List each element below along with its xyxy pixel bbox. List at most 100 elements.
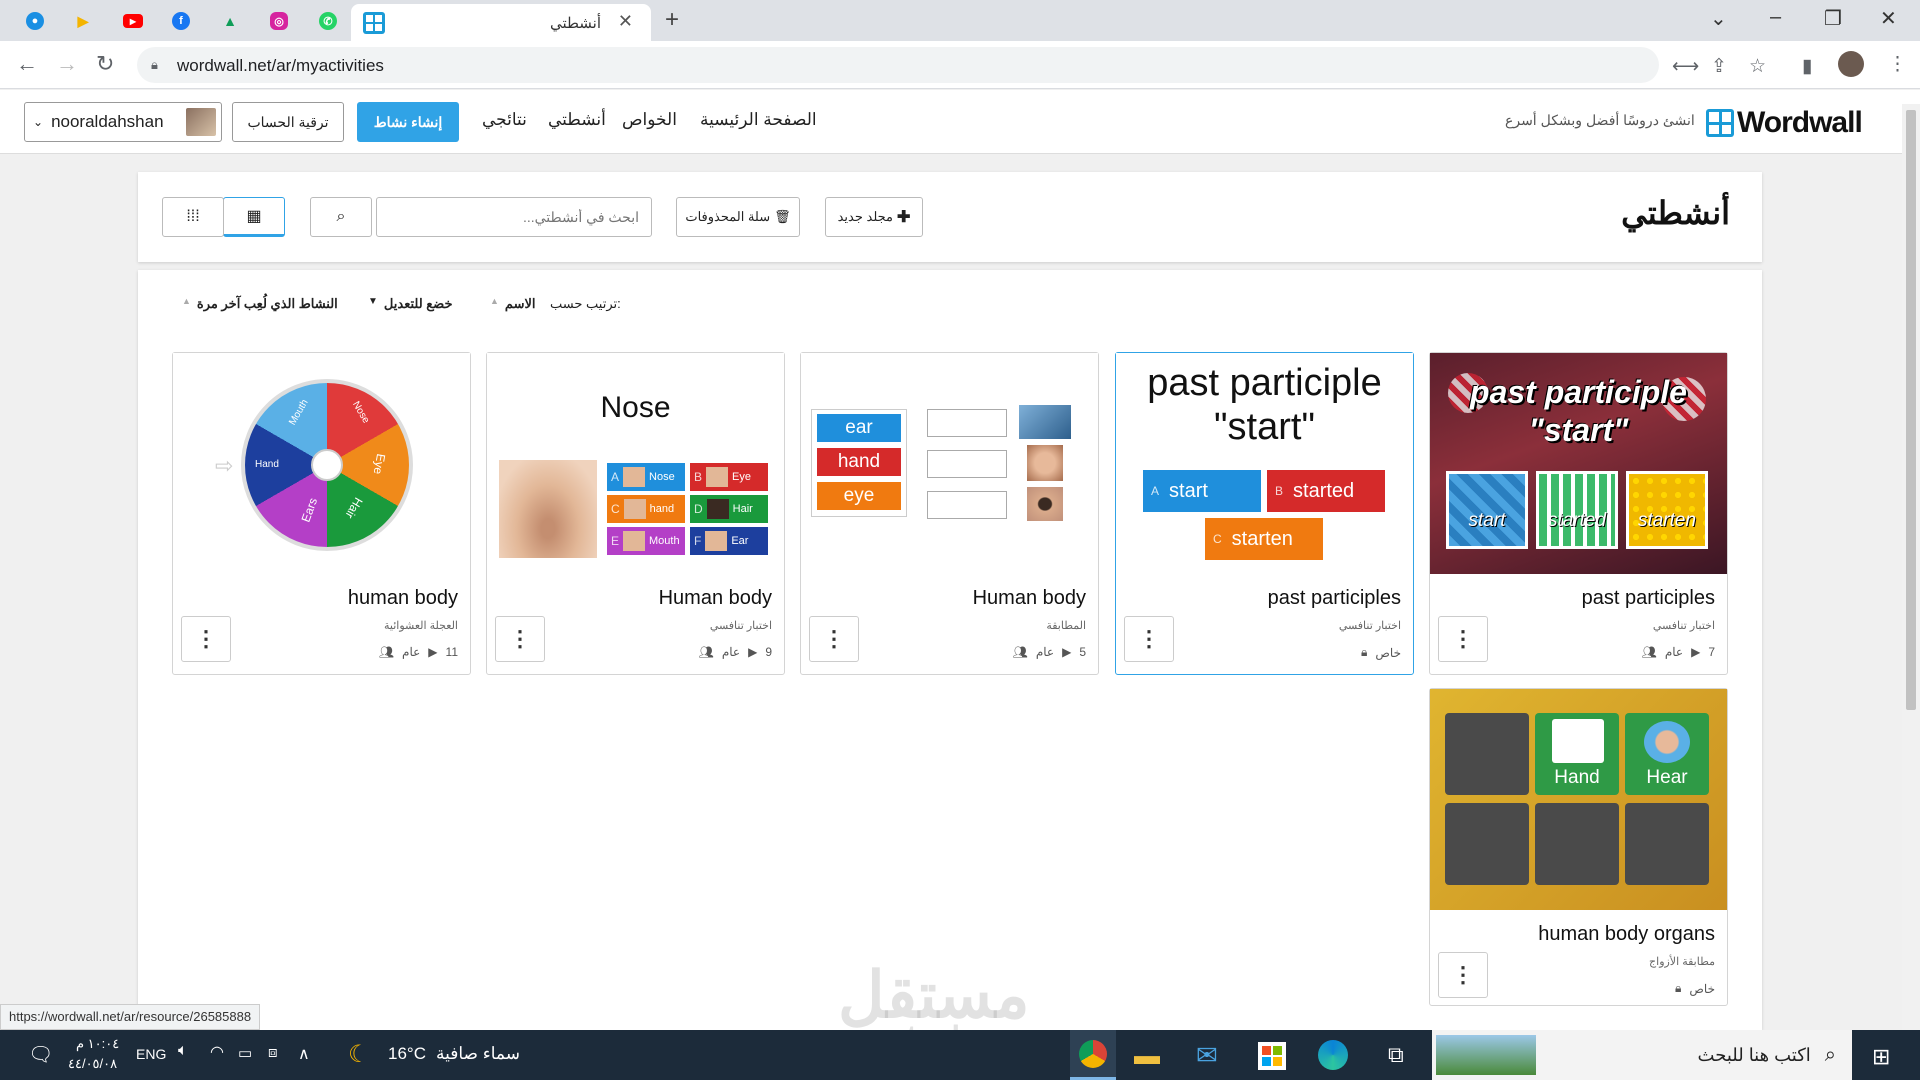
pinned-tab-instagram[interactable]: ◎: [266, 8, 292, 34]
page-title: أنشطتي: [1621, 195, 1730, 231]
wheel-pointer-arrow-icon: ⇨: [215, 453, 234, 478]
clock-time[interactable]: ١٠:٠٤ م: [76, 1036, 119, 1052]
start-windows-icon[interactable]: ⊞: [1872, 1044, 1890, 1070]
sort-by-name[interactable]: ▲ الاسم: [490, 296, 536, 312]
side-panel-icon[interactable]: ▮: [1802, 55, 1812, 78]
page-toolbar-card: أنشطتي مجلد جديد ✚ سلة المحذوفات 🗑︎ ⌕ ▦ …: [138, 172, 1762, 262]
volume-icon[interactable]: 🔈︎: [178, 1042, 188, 1060]
lock-icon[interactable]: 🔒︎: [151, 57, 158, 73]
large-grid-view-toggle[interactable]: ▦: [223, 197, 285, 237]
activity-template: العجلة العشوائية: [384, 620, 458, 632]
activity-title[interactable]: Human body: [973, 587, 1086, 610]
tray-expand-icon[interactable]: ∧: [298, 1044, 310, 1064]
option-image: [705, 531, 728, 551]
restore-button[interactable]: ❐: [1824, 6, 1842, 31]
pinned-tab-drive[interactable]: ▲: [217, 8, 243, 34]
pinned-tab-whatsapp[interactable]: ✆: [315, 8, 341, 34]
notifications-icon[interactable]: 🗨︎: [28, 1042, 53, 1067]
clock-date[interactable]: ٤٤/٠٥/٠٨: [68, 1056, 117, 1072]
pinned-tab-2[interactable]: ▶: [70, 8, 96, 34]
user-menu-button[interactable]: ⌄ nooraldahshan: [24, 102, 222, 142]
battery-icon[interactable]: ▭: [238, 1044, 252, 1062]
search-button[interactable]: ⌕: [310, 197, 372, 237]
activity-menu-button[interactable]: ⋮: [809, 616, 859, 662]
share-icon[interactable]: ⇪: [1711, 55, 1727, 78]
activity-card[interactable]: past participle "start" start started st…: [1429, 352, 1728, 675]
sort-by-last-played[interactable]: ▲ النشاط الذي لُعِب آخر مرة: [182, 296, 338, 312]
temperature[interactable]: 16°C: [388, 1044, 426, 1064]
wordwall-logo[interactable]: Wordwall: [1706, 106, 1863, 140]
activity-card[interactable]: Hand Hear human body organs مطابقة الأزو…: [1429, 688, 1728, 1006]
activity-title[interactable]: past participles: [1582, 587, 1715, 610]
activity-menu-button[interactable]: ⋮: [1438, 616, 1488, 662]
activity-thumbnail[interactable]: ear hand eye: [801, 353, 1098, 574]
activity-template: اختبار تنافسي: [709, 620, 772, 632]
nav-my-activities[interactable]: أنشطتي: [548, 110, 606, 130]
pinned-tab-facebook[interactable]: f: [168, 8, 194, 34]
input-language[interactable]: ENG: [136, 1046, 166, 1062]
translate-icon[interactable]: ⟷: [1672, 55, 1699, 78]
taskbar-search-box[interactable]: اكتب هنا للبحث ⌕: [1432, 1030, 1852, 1080]
nav-home[interactable]: الصفحة الرئيسية: [700, 110, 817, 130]
new-folder-label: مجلد جديد: [837, 209, 893, 224]
activity-card[interactable]: ear hand eye Human body المطابقة 👥︎ عام ▶…: [800, 352, 1099, 675]
activity-thumbnail[interactable]: Nose A Nose B Eye Chand D Hair E Mouth F Ear: [487, 353, 784, 574]
sort-name-label: الاسم: [504, 296, 536, 311]
option-letter: C: [611, 502, 620, 516]
chrome-taskbar-button[interactable]: [1070, 1030, 1116, 1080]
nav-features[interactable]: الخواص: [622, 110, 677, 130]
tab-search-icon[interactable]: ⌄: [1710, 6, 1727, 31]
activity-title[interactable]: human body: [348, 587, 458, 610]
activity-thumbnail[interactable]: Hand Hear: [1430, 689, 1727, 910]
profile-avatar[interactable]: [1838, 51, 1864, 77]
pinned-tab-1[interactable]: ●: [22, 8, 48, 34]
close-window-button[interactable]: ✕: [1880, 6, 1897, 31]
url-text[interactable]: wordwall.net/ar/myactivities: [177, 56, 384, 76]
search-icon: ⌕: [1824, 1043, 1836, 1066]
new-folder-button[interactable]: مجلد جديد ✚: [825, 197, 923, 237]
recycle-bin-button[interactable]: سلة المحذوفات 🗑︎: [676, 197, 800, 237]
reload-button[interactable]: ↻: [96, 51, 114, 77]
option-e-tile: E Mouth: [607, 527, 685, 555]
minimize-button[interactable]: –: [1770, 6, 1781, 29]
tray-device-icon[interactable]: ⧈: [268, 1044, 278, 1061]
activity-card[interactable]: Nose A Nose B Eye Chand D Hair E Mouth F Ear …: [486, 352, 785, 675]
activity-card[interactable]: past participle "start" Astart Bstarted …: [1115, 352, 1414, 675]
activity-title[interactable]: past participles: [1268, 587, 1401, 610]
activity-title[interactable]: Human body: [659, 587, 772, 610]
menu-kebab-icon[interactable]: ⋮: [1888, 53, 1907, 76]
activity-menu-button[interactable]: ⋮: [495, 616, 545, 662]
search-activities-input[interactable]: [376, 197, 652, 237]
activity-menu-button[interactable]: ⋮: [1124, 616, 1174, 662]
file-explorer-icon[interactable]: ▬: [1134, 1040, 1160, 1071]
forward-button[interactable]: →: [56, 51, 78, 77]
visibility-label: عام: [402, 645, 421, 659]
nav-my-results[interactable]: نتائجي: [482, 110, 527, 130]
edge-browser-icon[interactable]: [1318, 1040, 1348, 1070]
store-icon[interactable]: [1258, 1042, 1286, 1070]
omnibox[interactable]: 🔒︎ wordwall.net/ar/myactivities ⟷ ⇪ ☆: [137, 47, 1766, 83]
bookmark-star-icon[interactable]: ☆: [1749, 55, 1766, 78]
wifi-icon[interactable]: ◠: [210, 1042, 224, 1062]
activity-thumbnail[interactable]: Nose Eye Hair Ears Hand Mouth ⇨: [173, 353, 470, 574]
activity-menu-button[interactable]: ⋮: [1438, 952, 1488, 998]
activity-menu-button[interactable]: ⋮: [181, 616, 231, 662]
weather-text[interactable]: سماء صافية: [436, 1044, 520, 1064]
small-grid-view-toggle[interactable]: ⁞⁞⁞: [162, 197, 224, 237]
active-tab[interactable]: أنشطتي ✕: [351, 4, 651, 41]
new-tab-button[interactable]: +: [665, 6, 679, 34]
upgrade-account-button[interactable]: ترقية الحساب: [232, 102, 344, 142]
activity-card[interactable]: Nose Eye Hair Ears Hand Mouth ⇨ human bo…: [172, 352, 471, 675]
mail-icon[interactable]: ✉: [1196, 1040, 1218, 1071]
activity-title[interactable]: human body organs: [1538, 923, 1715, 946]
scrollbar-thumb[interactable]: [1906, 110, 1916, 710]
pinned-tab-youtube[interactable]: ▶: [120, 8, 146, 34]
page-scrollbar[interactable]: [1902, 104, 1920, 1030]
task-view-icon[interactable]: ⧉: [1388, 1042, 1404, 1068]
activity-thumbnail[interactable]: past participle "start" start started st…: [1430, 353, 1727, 574]
close-tab-icon[interactable]: ✕: [618, 11, 633, 32]
activity-thumbnail[interactable]: past participle "start" Astart Bstarted …: [1116, 353, 1413, 574]
back-button[interactable]: ←: [16, 51, 38, 77]
sort-by-modified[interactable]: ▼ خضع للتعديل: [368, 296, 453, 312]
create-activity-button[interactable]: إنشاء نشاط: [357, 102, 459, 142]
